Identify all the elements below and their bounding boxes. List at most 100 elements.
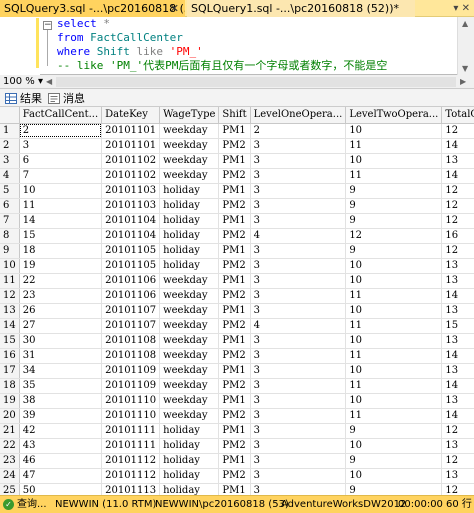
row-number[interactable]: 6: [0, 198, 20, 214]
table-cell[interactable]: holiday: [159, 438, 220, 454]
row-number[interactable]: 4: [0, 168, 20, 184]
table-cell[interactable]: weekday: [159, 168, 220, 184]
row-number[interactable]: 7: [0, 213, 20, 229]
column-header[interactable]: Shift: [218, 107, 251, 124]
table-cell[interactable]: 10: [345, 393, 443, 409]
tab-dropdown-icon[interactable]: ▾ ✕: [453, 0, 470, 17]
table-cell[interactable]: 15: [19, 228, 103, 244]
row-number[interactable]: 19: [0, 393, 20, 409]
table-cell[interactable]: 42: [19, 423, 103, 439]
row-number[interactable]: 23: [0, 453, 20, 469]
table-cell[interactable]: 10: [19, 183, 103, 199]
table-cell[interactable]: 7: [19, 168, 103, 184]
table-cell[interactable]: 15: [441, 318, 474, 334]
table-cell[interactable]: 13: [441, 333, 474, 349]
table-row[interactable]: 6 11 20101103 holiday PM2 3 9 12: [0, 198, 474, 214]
table-cell[interactable]: 20101110: [101, 408, 161, 424]
table-row[interactable]: 4 7 20101102 weekday PM2 3 11 14: [0, 168, 474, 184]
table-cell[interactable]: PM1: [218, 333, 251, 349]
table-cell[interactable]: PM1: [218, 483, 251, 495]
table-cell[interactable]: 14: [441, 348, 474, 364]
tab-sqlquery3[interactable]: SQLQuery3.sql -...\pc20160818 (53))* ✕: [0, 0, 185, 17]
row-number[interactable]: 3: [0, 153, 20, 169]
table-cell[interactable]: 20101104: [101, 228, 161, 244]
table-cell[interactable]: 2: [19, 123, 103, 139]
table-cell[interactable]: 14: [441, 288, 474, 304]
table-cell[interactable]: 35: [19, 378, 103, 394]
table-cell[interactable]: 20101107: [101, 318, 161, 334]
table-row[interactable]: 14 27 20101107 weekday PM2 4 11 15: [0, 318, 474, 334]
table-cell[interactable]: 3: [250, 423, 347, 439]
table-row[interactable]: 10 19 20101105 holiday PM2 3 10 13: [0, 258, 474, 274]
table-cell[interactable]: holiday: [159, 423, 220, 439]
table-cell[interactable]: 16: [441, 228, 474, 244]
table-cell[interactable]: 12: [441, 123, 474, 139]
table-cell[interactable]: weekday: [159, 378, 220, 394]
table-cell[interactable]: 3: [250, 348, 347, 364]
table-cell[interactable]: PM1: [218, 423, 251, 439]
table-cell[interactable]: 22: [19, 273, 103, 289]
editor-vertical-scrollbar[interactable]: ▲ ▼: [457, 17, 474, 75]
table-cell[interactable]: 11: [345, 288, 443, 304]
table-row[interactable]: 22 43 20101111 holiday PM2 3 10 13: [0, 438, 474, 454]
table-cell[interactable]: 20101101: [101, 123, 161, 139]
table-cell[interactable]: 4: [250, 228, 347, 244]
zoom-select[interactable]: 100 % ▾: [3, 75, 43, 89]
table-cell[interactable]: 10: [345, 438, 443, 454]
table-cell[interactable]: 3: [250, 408, 347, 424]
table-cell[interactable]: 6: [19, 153, 103, 169]
scroll-right-icon[interactable]: ▶: [460, 75, 466, 89]
table-cell[interactable]: weekday: [159, 363, 220, 379]
table-cell[interactable]: 20101112: [101, 468, 161, 484]
table-cell[interactable]: PM1: [218, 243, 251, 259]
table-cell[interactable]: 13: [441, 303, 474, 319]
table-cell[interactable]: PM2: [218, 318, 251, 334]
table-cell[interactable]: 12: [441, 198, 474, 214]
table-cell[interactable]: 38: [19, 393, 103, 409]
table-cell[interactable]: 12: [345, 228, 443, 244]
table-row[interactable]: 19 38 20101110 weekday PM1 3 10 13: [0, 393, 474, 409]
row-number[interactable]: 17: [0, 363, 20, 379]
table-cell[interactable]: 10: [345, 273, 443, 289]
table-cell[interactable]: PM1: [218, 123, 251, 139]
table-cell[interactable]: 3: [250, 363, 347, 379]
tab-messages[interactable]: 消息: [45, 91, 85, 106]
column-header[interactable]: TotalOpe: [441, 107, 474, 124]
row-number[interactable]: 16: [0, 348, 20, 364]
close-icon[interactable]: ✕: [170, 0, 179, 17]
table-cell[interactable]: 13: [441, 153, 474, 169]
results-grid[interactable]: FactCallCent... DateKey WageType Shift Level…: [0, 107, 474, 495]
table-cell[interactable]: holiday: [159, 183, 220, 199]
column-header[interactable]: FactCallCent...: [19, 107, 103, 124]
scroll-down-icon[interactable]: ▼: [462, 64, 468, 73]
table-row[interactable]: 2 3 20101101 weekday PM2 3 11 14: [0, 138, 474, 154]
row-number[interactable]: 5: [0, 183, 20, 199]
column-header[interactable]: LevelTwoOpera...: [345, 107, 443, 124]
table-cell[interactable]: 3: [250, 168, 347, 184]
table-cell[interactable]: 20101101: [101, 138, 161, 154]
table-cell[interactable]: 3: [19, 138, 103, 154]
table-cell[interactable]: 50: [19, 483, 103, 495]
table-cell[interactable]: 9: [345, 213, 443, 229]
scroll-left-icon[interactable]: ◀: [46, 75, 52, 89]
table-cell[interactable]: weekday: [159, 348, 220, 364]
scroll-up-icon[interactable]: ▲: [462, 19, 468, 28]
table-cell[interactable]: 3: [250, 138, 347, 154]
collapse-icon[interactable]: −: [43, 21, 52, 30]
row-number[interactable]: 1: [0, 123, 20, 139]
table-cell[interactable]: 10: [345, 303, 443, 319]
table-cell[interactable]: 10: [345, 333, 443, 349]
table-cell[interactable]: 3: [250, 243, 347, 259]
table-cell[interactable]: 13: [441, 258, 474, 274]
table-cell[interactable]: 3: [250, 273, 347, 289]
row-number[interactable]: 20: [0, 408, 20, 424]
table-cell[interactable]: PM1: [218, 183, 251, 199]
table-cell[interactable]: 20101111: [101, 423, 161, 439]
table-cell[interactable]: 20101105: [101, 258, 161, 274]
table-row[interactable]: 8 15 20101104 holiday PM2 4 12 16: [0, 228, 474, 244]
row-number[interactable]: 12: [0, 288, 20, 304]
column-header[interactable]: DateKey: [101, 107, 161, 124]
table-cell[interactable]: PM2: [218, 378, 251, 394]
table-cell[interactable]: weekday: [159, 333, 220, 349]
table-cell[interactable]: 4: [250, 318, 347, 334]
